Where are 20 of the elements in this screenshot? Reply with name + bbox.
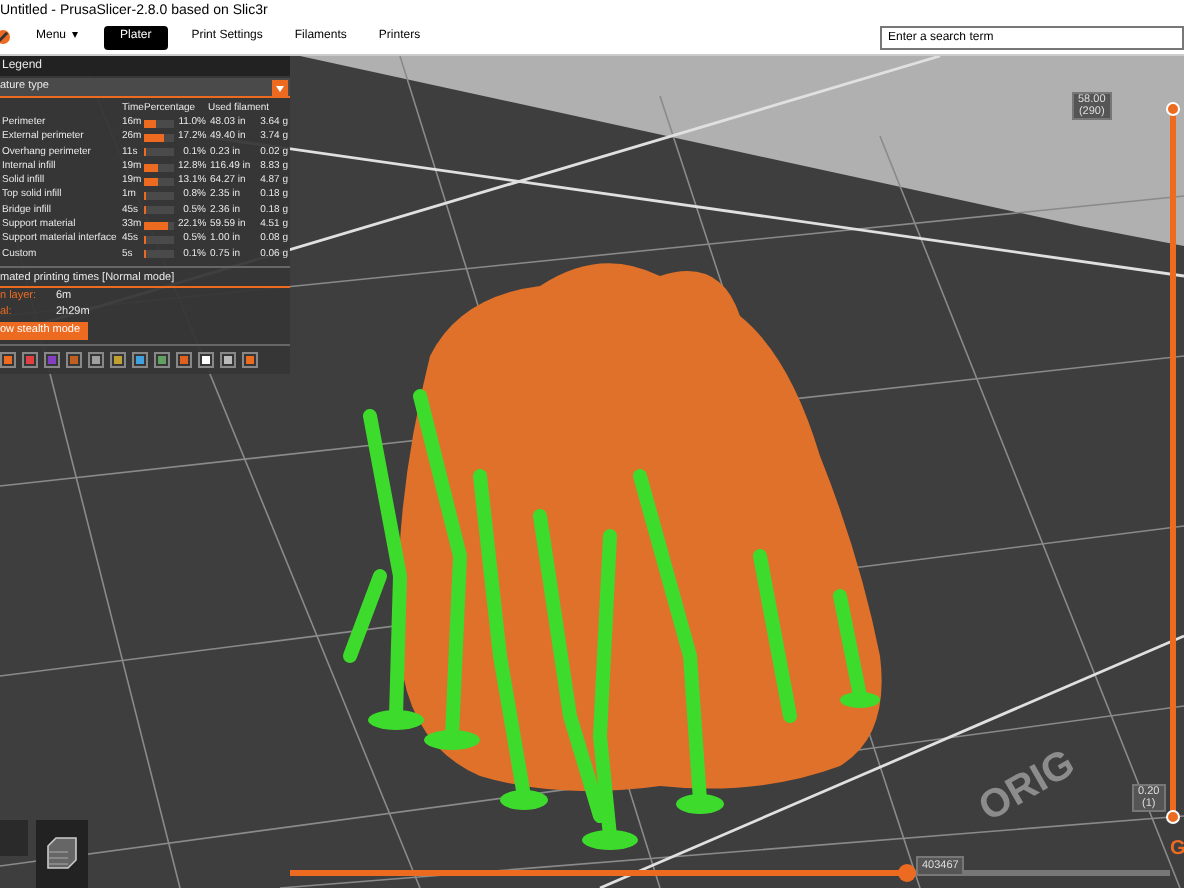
layers-view-button[interactable]: [36, 820, 88, 888]
square-icon: [244, 353, 256, 366]
square-icon: [90, 353, 102, 366]
app-logo-icon: [0, 30, 10, 44]
cube-icon: [44, 836, 80, 872]
square-icon: [2, 353, 14, 366]
square-icon: [178, 353, 190, 366]
bed-logo-text: ORIG: [972, 743, 1082, 829]
horizontal-slider-thumb[interactable]: [898, 864, 916, 882]
slider-bottom-thumb[interactable]: [1166, 810, 1180, 824]
dropdown-caret-icon: [272, 79, 288, 95]
square-icon: [200, 353, 212, 366]
square-icon: [46, 353, 58, 366]
square-icon: [134, 353, 146, 366]
square-icon: [24, 353, 36, 366]
square-icon: [222, 353, 234, 366]
square-icon: [112, 353, 124, 366]
square-icon: [68, 353, 80, 366]
square-icon: [156, 353, 168, 366]
gcode-label: G: [1170, 840, 1184, 860]
